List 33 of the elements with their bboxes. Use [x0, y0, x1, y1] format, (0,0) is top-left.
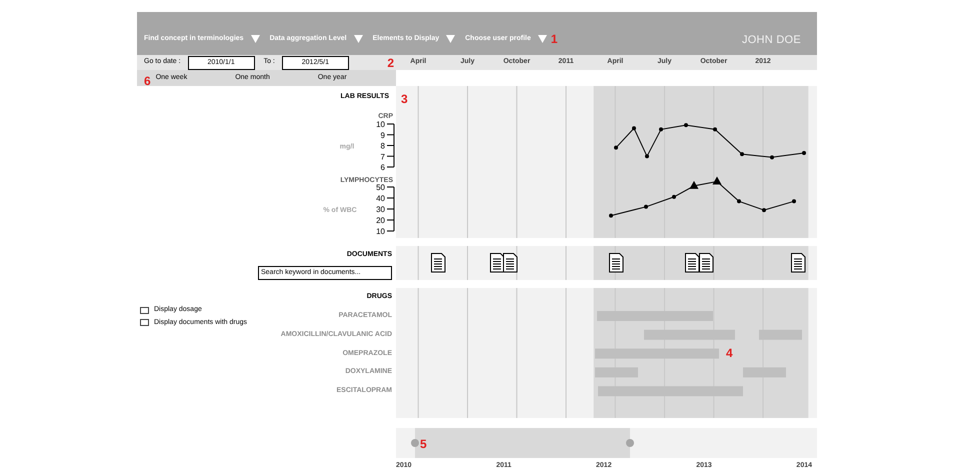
tick-label: 20: [376, 216, 385, 225]
document-icon: [685, 253, 700, 272]
tick-label: 8: [380, 142, 385, 150]
document-icon: [431, 253, 446, 272]
tick-label: 10: [376, 227, 385, 236]
callout-number: 5: [420, 436, 427, 453]
document-icon: [699, 253, 714, 272]
tick-label: 30: [376, 205, 385, 214]
document-icon: [503, 253, 518, 272]
callout-number: 4: [726, 345, 733, 362]
caret-icon: [538, 35, 547, 43]
caret-icon: [446, 35, 456, 43]
checkbox[interactable]: [140, 306, 149, 314]
tick-label: 6: [380, 163, 385, 172]
tick-label: 50: [376, 183, 385, 192]
document-icon: [490, 253, 504, 272]
callout-number: 1: [550, 31, 558, 48]
slider-handle[interactable]: [410, 439, 419, 447]
tick-label: 40: [376, 194, 385, 203]
callout-number: 2: [387, 54, 394, 72]
callout-number: 6: [144, 72, 151, 90]
tick-label: 7: [380, 152, 385, 162]
tick-label: 9: [380, 130, 385, 140]
checkbox[interactable]: [140, 319, 149, 326]
slider-handle[interactable]: [626, 439, 634, 447]
y-axis: [386, 186, 394, 232]
tick-label: 10: [376, 120, 385, 129]
document-icon: [791, 253, 806, 272]
y-axis: [386, 124, 394, 168]
caret-icon: [250, 35, 260, 43]
callout-number: 3: [401, 90, 408, 108]
caret-icon: [354, 35, 363, 43]
document-icon: [609, 253, 624, 272]
